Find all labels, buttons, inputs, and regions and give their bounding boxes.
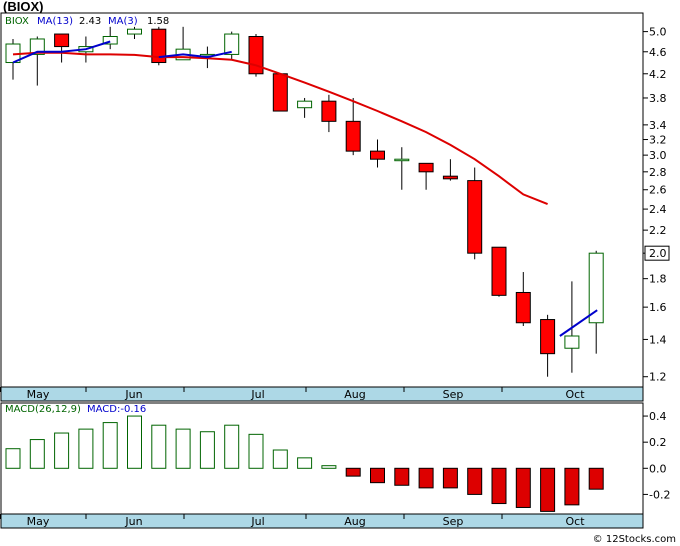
macd-bar-positive: [297, 457, 313, 469]
macd-bar-negative: [418, 467, 434, 489]
macd-tick-label: 0.0: [649, 462, 667, 475]
macd-tick-label: -0.2: [649, 488, 670, 501]
macd-month-label: Aug: [344, 515, 365, 528]
macd-tick-label: 0.4: [649, 410, 667, 423]
macd-bar-positive: [272, 449, 288, 469]
chart-title: (BIOX): [3, 0, 43, 14]
macd-legend-item: MACD(26,12,9): [5, 404, 81, 415]
price-tick-label: 2.6: [649, 184, 667, 197]
price-tick-label: 3.4: [649, 119, 667, 132]
macd-legend-item: MACD:-0.16: [87, 404, 146, 415]
price-month-band: [0, 386, 644, 402]
candle-body-down: [418, 162, 434, 173]
macd-bar-negative: [515, 467, 531, 508]
candle-body-down: [442, 175, 458, 180]
candle-body-up: [588, 252, 604, 324]
price-tick-label: 4.6: [649, 46, 667, 59]
candle-body-down: [540, 319, 556, 355]
macd-tick-label: 0.2: [649, 436, 667, 449]
candle: [467, 167, 483, 260]
macd-bar-positive: [5, 448, 21, 469]
price-month-label: Oct: [565, 388, 585, 401]
candle-body-up: [297, 100, 313, 109]
macd-bar-positive: [78, 428, 94, 469]
price-tick-label: 1.8: [649, 273, 667, 286]
macd-month-label: Jun: [124, 515, 142, 528]
price-tick-label: 2.8: [649, 166, 667, 179]
candle-body-down: [54, 33, 70, 48]
candle: [151, 26, 167, 66]
price-tick-label: 4.2: [649, 68, 667, 81]
price-month-label: Jul: [250, 388, 264, 401]
candle: [272, 73, 288, 112]
price-tick-label: 3.0: [649, 149, 667, 162]
candle-body-up: [394, 158, 410, 162]
macd-bar-negative: [442, 467, 458, 489]
macd-bar-positive: [151, 424, 167, 469]
candle-body-up: [564, 335, 580, 349]
macd-bar-negative: [491, 467, 507, 505]
price-tick-label: 1.4: [649, 333, 667, 346]
candle-body-down: [491, 246, 507, 296]
price-legend-item: MA(3): [108, 16, 138, 27]
macd-month-label: Oct: [565, 515, 585, 528]
macd-bar-negative: [588, 467, 604, 490]
macd-month-label: Sep: [443, 515, 464, 528]
candle-body-down: [272, 73, 288, 112]
candle: [248, 34, 264, 77]
macd-bar-negative: [345, 467, 361, 477]
chart-canvas: (BIOX) 5.0 4.6 4.2 3.8 3.4 3.2 3.0 2.8 2.6 2.4 2.2 2…: [0, 0, 676, 545]
candle-body-down: [345, 120, 361, 152]
candle-body-up: [127, 28, 142, 35]
macd-bar-negative: [564, 467, 580, 506]
price-legend-item: BIOX: [5, 16, 29, 27]
macd-month-band: [0, 513, 644, 529]
candle-body-down: [248, 35, 264, 75]
watermark: © 12Stocks.com: [593, 534, 676, 545]
macd-bar-positive: [224, 424, 240, 469]
price-legend-item: 2.43: [79, 16, 101, 27]
candle-body-up: [224, 33, 240, 55]
macd-bar-positive: [54, 432, 70, 469]
chart-root: (BIOX) 5.0 4.6 4.2 3.8 3.4 3.2 3.0 2.8 2.6 2.4 2.2 2…: [0, 0, 680, 546]
macd-legend: MACD(26,12,9) MACD:-0.16: [5, 404, 146, 415]
macd-bar-negative: [394, 467, 410, 486]
macd-bar-positive: [175, 428, 191, 469]
macd-bar-positive: [199, 431, 215, 469]
candle-body-down: [467, 180, 483, 254]
macd-bar-negative: [370, 467, 385, 484]
price-tick-label: 2.2: [649, 224, 667, 237]
price-month-label: Sep: [443, 388, 464, 401]
candle: [491, 246, 507, 297]
price-legend-item: MA(13): [37, 16, 73, 27]
price-month-label: May: [27, 388, 50, 401]
candle-body-down: [321, 100, 337, 122]
price-tick-label: 3.8: [649, 92, 667, 105]
macd-bar-negative: [467, 467, 483, 495]
macd-month-label: Jul: [250, 515, 264, 528]
price-month-label: Aug: [344, 388, 365, 401]
price-tick-label: 3.2: [649, 134, 667, 147]
macd-bar-negative: [540, 467, 556, 512]
macd-month-label: May: [27, 515, 50, 528]
macd-bar-positive: [102, 422, 118, 469]
macd-bar-positive: [321, 465, 337, 469]
macd-bar-positive: [29, 439, 45, 469]
price-tick-label: 2.4: [649, 203, 667, 216]
price-tick-label: 5.0: [649, 26, 667, 39]
current-price-label: 2.0: [649, 247, 667, 260]
macd-bar-positive: [248, 433, 264, 469]
price-legend-item: 1.58: [147, 16, 169, 27]
price-tick-label: 1.6: [649, 301, 667, 314]
candle-body-down: [515, 291, 531, 324]
price-month-label: Jun: [124, 388, 142, 401]
price-tick-label: 1.2: [649, 371, 667, 384]
candle-body-down: [370, 150, 385, 160]
macd-bar-positive: [127, 415, 142, 469]
